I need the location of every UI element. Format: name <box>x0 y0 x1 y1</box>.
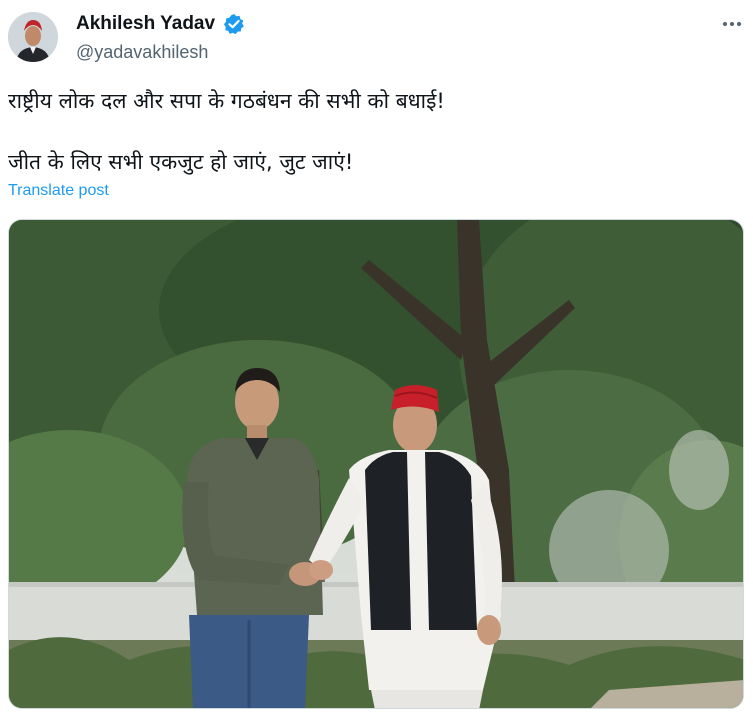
post-text-line-2: जीत के लिए सभी एकजुट हो जाएं, जुट जाएं! <box>8 150 354 174</box>
avatar-image <box>8 12 58 62</box>
post-text-line-1: राष्ट्रीय लोक दल और सपा के गठबंधन की सभी… <box>8 89 445 113</box>
verified-badge-icon <box>223 13 245 35</box>
translate-post-link[interactable]: Translate post <box>8 182 109 200</box>
photo-two-men-handshake <box>9 220 743 708</box>
more-options-icon[interactable] <box>718 12 746 36</box>
tweet-post: Akhilesh Yadav @yadavakhilesh राष्ट्रीय … <box>0 0 753 720</box>
author-handle[interactable]: @yadavakhilesh <box>76 42 208 63</box>
author-avatar[interactable] <box>8 12 58 62</box>
post-media-photo[interactable] <box>8 219 744 709</box>
author-display-name[interactable]: Akhilesh Yadav <box>76 13 215 35</box>
